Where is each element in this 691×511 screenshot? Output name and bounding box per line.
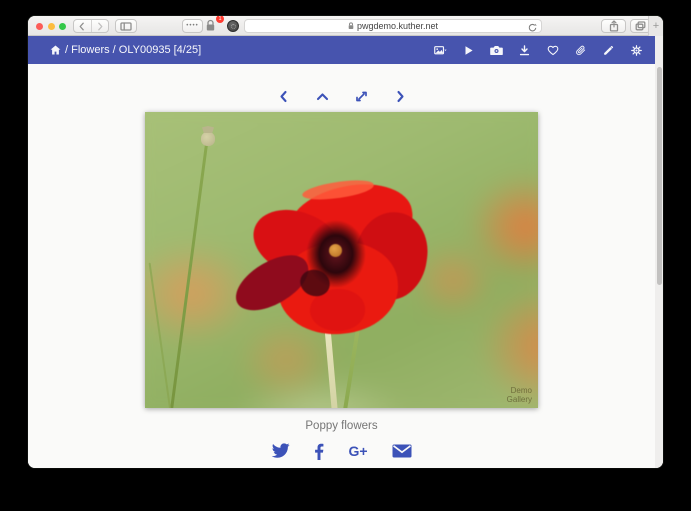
page-content: Demo Gallery Poppy flowers G+ <box>28 64 655 468</box>
reload-icon <box>528 23 537 32</box>
photo-nav-row <box>28 90 655 103</box>
chevron-left-icon <box>278 90 289 103</box>
browser-titlebar: •••• 1 pwgdemo.kuther.net <box>28 16 663 36</box>
share-button[interactable] <box>601 19 626 33</box>
share-googleplus-button[interactable]: G+ <box>348 443 367 459</box>
fullscreen-button[interactable] <box>355 90 368 103</box>
tabs-icon <box>635 21 646 31</box>
red-poppy-flower <box>250 184 435 339</box>
next-photo-button[interactable] <box>394 90 407 103</box>
share-row: G+ <box>28 442 655 460</box>
share-icon <box>609 20 619 32</box>
watermark-line2: Gallery <box>507 395 532 404</box>
play-icon <box>464 45 474 56</box>
window-controls <box>36 23 66 30</box>
expand-diagonal-icon <box>355 90 368 103</box>
adblock-extension-button[interactable] <box>227 20 239 32</box>
https-lock-icon <box>348 22 354 30</box>
photo-sizes-button[interactable] <box>434 45 447 56</box>
url-text: pwgdemo.kuther.net <box>357 21 438 31</box>
share-facebook-button[interactable] <box>314 442 324 460</box>
twitter-icon <box>271 443 290 459</box>
forward-button[interactable] <box>91 20 109 32</box>
settings-button[interactable] <box>630 45 643 56</box>
poppy-seed-pod <box>201 132 215 146</box>
metadata-button[interactable] <box>490 45 503 56</box>
minimize-window-button[interactable] <box>48 23 55 30</box>
back-button[interactable] <box>74 20 91 32</box>
sidebar-toggle-button[interactable] <box>115 19 137 33</box>
fullscreen-window-button[interactable] <box>59 23 66 30</box>
home-icon <box>50 45 61 55</box>
chevron-right-icon <box>395 90 406 103</box>
extensions-overflow-button[interactable]: •••• <box>182 19 203 33</box>
breadcrumb-text: / Flowers / OLY00935 [4/25] <box>65 44 201 56</box>
share-email-button[interactable] <box>392 444 412 458</box>
lock-icon <box>205 19 216 32</box>
new-tab-button[interactable]: + <box>648 16 663 36</box>
heart-icon <box>547 45 559 56</box>
up-to-album-button[interactable] <box>316 90 329 103</box>
envelope-icon <box>392 444 412 458</box>
flower-pistil <box>329 244 342 257</box>
scrollbar-thumb[interactable] <box>657 67 662 285</box>
main-photo[interactable]: Demo Gallery <box>145 112 538 408</box>
photo-watermark: Demo Gallery <box>507 386 532 404</box>
watermark-line1: Demo <box>507 386 532 395</box>
chevron-left-icon <box>78 22 86 31</box>
gear-icon <box>631 45 642 56</box>
photo-caption: Poppy flowers <box>28 420 655 432</box>
lock-extension-button[interactable]: 1 <box>205 19 220 33</box>
history-nav-group <box>73 19 109 33</box>
edit-button[interactable] <box>602 45 615 56</box>
toolbar-actions <box>434 45 643 56</box>
browser-window: •••• 1 pwgdemo.kuther.net <box>28 16 663 468</box>
favorite-button[interactable] <box>546 45 559 56</box>
reload-button[interactable] <box>528 23 537 34</box>
extensions-overflow-label: •••• <box>186 23 198 29</box>
facebook-icon <box>314 442 324 460</box>
piwigo-toolbar: / Flowers / OLY00935 [4/25] <box>28 36 655 64</box>
download-icon <box>519 45 530 56</box>
previous-photo-button[interactable] <box>277 90 290 103</box>
googleplus-icon: G+ <box>348 443 367 459</box>
download-button[interactable] <box>518 45 531 56</box>
slideshow-button[interactable] <box>462 45 475 56</box>
pencil-icon <box>603 45 614 56</box>
scrollbar-track[interactable] <box>655 36 663 468</box>
close-window-button[interactable] <box>36 23 43 30</box>
extension-badge: 1 <box>216 16 224 23</box>
camera-icon <box>490 45 503 56</box>
sidebar-icon <box>120 22 132 31</box>
attachment-button[interactable] <box>574 45 587 56</box>
poppy-seed-pod-crown <box>202 126 214 133</box>
screenshot-stage: •••• 1 pwgdemo.kuther.net <box>0 0 691 511</box>
chevron-right-icon <box>96 22 104 31</box>
photo-sizes-icon <box>434 45 447 56</box>
address-bar[interactable]: pwgdemo.kuther.net <box>244 19 542 33</box>
breadcrumb[interactable]: / Flowers / OLY00935 [4/25] <box>50 44 201 56</box>
new-tab-label: + <box>653 20 659 32</box>
paperclip-icon <box>575 45 586 56</box>
chevron-up-icon <box>316 92 329 101</box>
share-twitter-button[interactable] <box>271 443 290 459</box>
